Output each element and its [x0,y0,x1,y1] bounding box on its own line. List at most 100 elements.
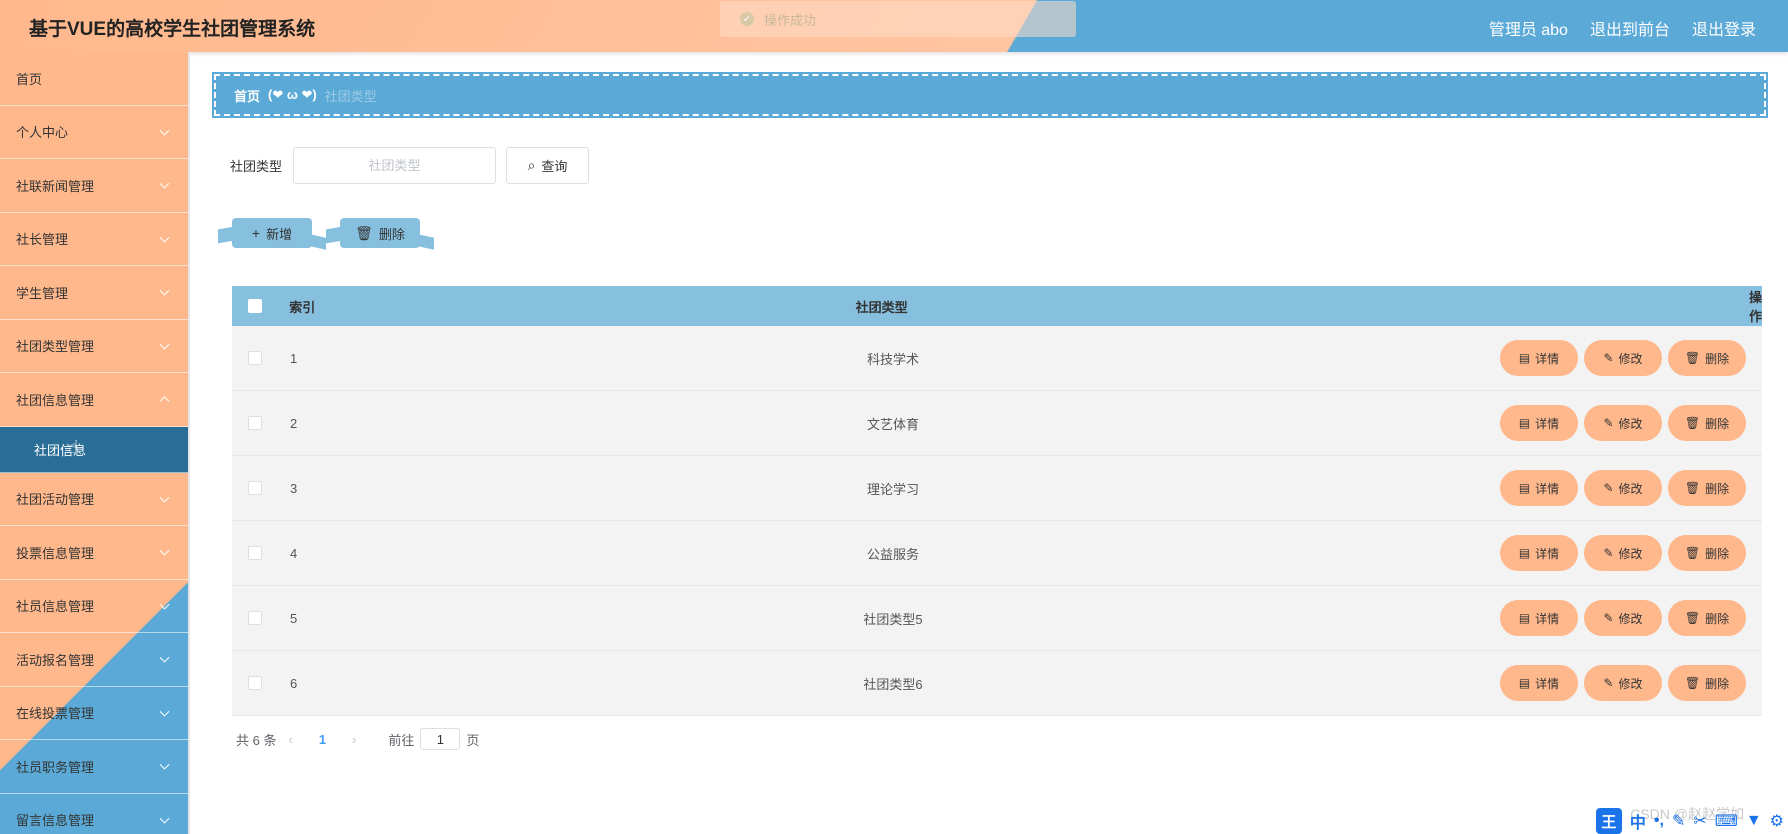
row-delete-button[interactable]: 🗑 删除 [1668,665,1746,701]
sidebar: 首页 个人中心 社联新闻管理 社长管理 学生管理 社团类型管理 社团信息管理 社… [0,52,190,834]
club-type-table: 索引 社团类型 操作 1 科技学术 ▤ 详情 ✎ 修改 🗑 删除 2 文艺体育 ▤ 详情… [232,286,1762,716]
chevron-up-icon [159,396,170,407]
delete-label: 删除 [1705,481,1730,496]
sidebar-item-news[interactable]: 社联新闻管理 [0,159,188,213]
chevron-down-icon [159,706,170,717]
row-checkbox[interactable] [248,416,262,430]
query-button[interactable]: ⌕ 查询 [506,147,590,184]
row-checkbox[interactable] [248,481,262,495]
logout-link[interactable]: 退出登录 [1692,16,1756,40]
edit-button[interactable]: ✎ 修改 [1584,405,1662,441]
sidebar-item-president[interactable]: 社长管理 [0,213,188,266]
row-delete-button[interactable]: 🗑 删除 [1668,405,1746,441]
header-index: 索引 [289,299,316,315]
detail-button[interactable]: ▤ 详情 [1500,535,1578,571]
chevron-down-icon [159,178,170,189]
row-checkbox[interactable] [248,676,262,690]
cell-index: 6 [290,675,298,691]
punctuation-icon[interactable]: •, [1654,812,1664,830]
detail-button[interactable]: ▤ 详情 [1500,405,1578,441]
next-page-icon[interactable]: › [352,732,356,747]
sidebar-item-activity[interactable]: 社团活动管理 [0,473,188,526]
document-icon: ▤ [1518,546,1531,560]
edit-button[interactable]: ✎ 修改 [1584,535,1662,571]
front-link[interactable]: 退出到前台 [1590,16,1670,40]
scissors-icon[interactable]: ✂ [1693,811,1706,831]
edit-label: 修改 [1618,481,1643,496]
sidebar-item-personal[interactable]: 个人中心 [0,106,188,159]
detail-button[interactable]: ▤ 详情 [1500,340,1578,376]
edit-label: 修改 [1618,416,1643,431]
breadcrumb-home[interactable]: 首页 [234,86,260,105]
table-row: 5 社团类型5 ▤ 详情 ✎ 修改 🗑 删除 [232,586,1762,651]
sidebar-item-club-info[interactable]: 社团信息管理 [0,373,188,427]
sidebar-item-member-info[interactable]: 社员信息管理 [0,580,188,633]
document-icon: ▤ [1518,676,1531,690]
search-input[interactable] [293,147,497,184]
edit-label: 修改 [1618,676,1643,691]
trash-icon: 🗑 [355,224,373,241]
page-number[interactable]: 1 [319,732,326,747]
edit-button[interactable]: ✎ 修改 [1584,340,1662,376]
sidebar-item-online-vote[interactable]: 在线投票管理 [0,687,188,740]
trash-icon: 🗑 [1684,546,1701,560]
pencil-icon: ✎ [1603,481,1614,495]
row-delete-button[interactable]: 🗑 删除 [1668,535,1746,571]
table-row: 2 文艺体育 ▤ 详情 ✎ 修改 🗑 删除 [232,391,1762,456]
detail-button[interactable]: ▤ 详情 [1500,470,1578,506]
goto-page-input[interactable] [420,728,461,750]
delete-button[interactable]: 🗑 删除 [340,218,420,248]
sidebar-item-label: 在线投票管理 [16,706,95,722]
chevron-down-icon [159,599,170,610]
ime-toolbar: 王 中 •, ✎ ✂ ⌨ ▼ ⚙ [1595,808,1788,834]
table-row: 1 科技学术 ▤ 详情 ✎ 修改 🗑 删除 [232,326,1762,391]
keyboard-icon[interactable]: ⌨ [1715,811,1738,831]
sidebar-item-student[interactable]: 学生管理 [0,266,188,320]
ime-logo-icon[interactable]: 王 [1595,808,1622,834]
detail-button[interactable]: ▤ 详情 [1500,665,1578,701]
trash-icon: 🗑 [1684,676,1701,690]
ime-mode[interactable]: 中 [1630,809,1646,833]
row-delete-button[interactable]: 🗑 删除 [1668,470,1746,506]
select-all-checkbox[interactable] [247,299,262,313]
edit-button[interactable]: ✎ 修改 [1584,600,1662,636]
sidebar-item-messages[interactable]: 留言信息管理 [0,794,188,834]
gear-icon[interactable]: ⚙ [1770,811,1784,831]
cell-type: 社团类型5 [863,611,923,627]
shirt-icon[interactable]: ▼ [1746,812,1762,830]
cell-type: 科技学术 [866,351,919,367]
chevron-down-icon [159,232,170,243]
table-header: 索引 社团类型 操作 [232,286,1762,326]
edit-button[interactable]: ✎ 修改 [1584,470,1662,506]
pencil-icon: ✎ [1603,546,1614,560]
cell-index: 4 [290,545,298,561]
sidebar-item-signup[interactable]: 活动报名管理 [0,633,188,687]
row-checkbox[interactable] [248,546,262,560]
document-icon: ▤ [1518,351,1531,365]
trash-icon: 🗑 [1684,481,1701,495]
top-header: 基于VUE的高校学生社团管理系统 ✓ 操作成功 管理员 abo 退出到前台 退出… [0,0,1788,52]
row-delete-button[interactable]: 🗑 删除 [1668,340,1746,376]
sidebar-item-home[interactable]: 首页 [0,52,188,106]
edit-button[interactable]: ✎ 修改 [1584,665,1662,701]
detail-button[interactable]: ▤ 详情 [1500,600,1578,636]
prev-page-icon[interactable]: ‹ [288,732,292,747]
sidebar-item-label: 活动报名管理 [16,652,95,668]
cell-index: 3 [290,480,298,496]
row-delete-button[interactable]: 🗑 删除 [1668,600,1746,636]
sidebar-item-vote-info[interactable]: 投票信息管理 [0,526,188,580]
sidebar-subitem-club-info[interactable]: 社团信息 ☝ [0,426,188,473]
chevron-down-icon [159,652,170,663]
sidebar-item-member-role[interactable]: 社员职务管理 [0,740,188,794]
add-button[interactable]: + 新增 [232,218,312,248]
row-checkbox[interactable] [248,351,262,365]
breadcrumb: 首页 (❤ ω ❤) 社团类型 [212,72,1768,118]
breadcrumb-current: 社团类型 [324,88,377,104]
sidebar-item-label: 社联新闻管理 [16,178,95,194]
sidebar-item-club-type[interactable]: 社团类型管理 [0,320,188,373]
hand-cursor-icon: ☝ [68,436,79,457]
pen-icon[interactable]: ✎ [1672,811,1685,831]
cell-index: 1 [290,350,298,366]
header-ops: 操作 [1748,290,1762,324]
row-checkbox[interactable] [248,611,262,625]
